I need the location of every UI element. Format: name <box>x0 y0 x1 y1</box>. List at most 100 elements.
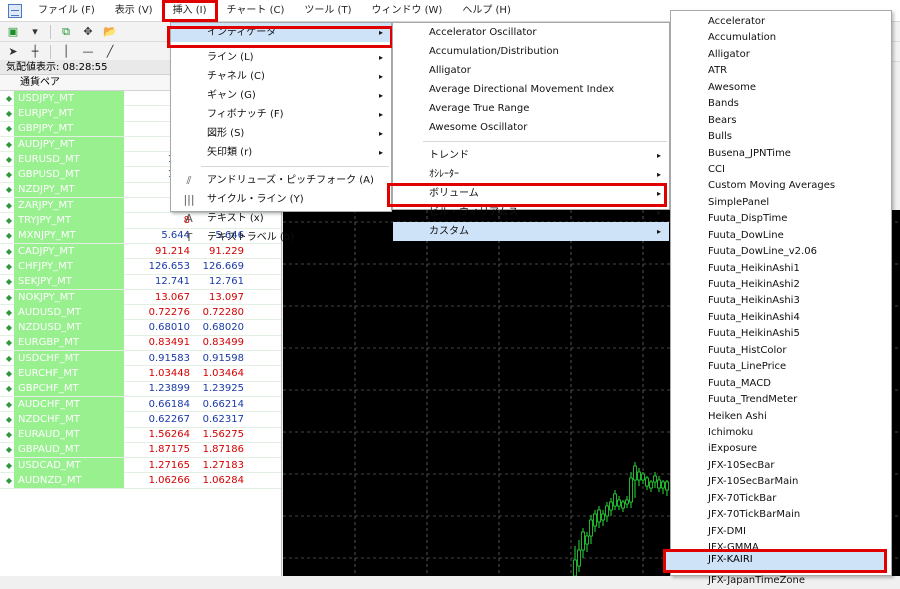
market-row-arrow-icon: ◆ <box>5 414 13 424</box>
custom-indicator-item[interactable]: Fuuta_HistColor <box>671 343 891 359</box>
trend-line-icon[interactable]: ╱ <box>101 44 119 60</box>
crosshair-move-icon[interactable]: ✥ <box>79 24 97 40</box>
custom-indicator-item[interactable]: JFX-DMI <box>671 524 891 540</box>
profiles-icon[interactable]: ⧉ <box>57 24 75 40</box>
custom-indicator-item[interactable]: JFX-70TickBarMain <box>671 507 891 523</box>
menu-help[interactable]: ヘルプ (H) <box>452 1 521 21</box>
market-row[interactable]: ◆ USDCHF_MT 0.91583 0.91598 <box>0 350 281 367</box>
cursor-icon[interactable]: ➤ <box>4 44 22 60</box>
custom-indicator-item[interactable]: Heiken Ashi <box>671 409 891 425</box>
indicator-menu-item[interactable]: Average True Range <box>393 99 669 118</box>
custom-indicator-item[interactable]: Fuuta_MACD <box>671 376 891 392</box>
custom-indicator-item[interactable]: Ichimoku <box>671 425 891 441</box>
market-row[interactable]: ◆ EURAUD_MT 1.56264 1.56275 <box>0 427 281 443</box>
custom-indicator-item[interactable]: iExposure <box>671 441 891 457</box>
insert-menu-item[interactable]: ||| サイクル・ライン (Y) <box>171 190 391 209</box>
market-row[interactable]: ◆ CHFJPY_MT 126.653 126.669 <box>0 258 281 275</box>
insert-menu-item[interactable]: ギャン (G) ▸ <box>171 86 391 105</box>
insert-menu-item[interactable]: チャネル (C) ▸ <box>171 67 391 86</box>
market-row[interactable]: ◆ AUDNZD_MT 1.06266 1.06284 <box>0 473 281 489</box>
indicator-menu-item[interactable]: ビル・ウィリアムス ▸ <box>393 203 669 222</box>
insert-menu-item[interactable]: インディケータ ▸ <box>171 23 391 42</box>
market-row[interactable]: ◆ GBPCHF_MT 1.23899 1.23925 <box>0 381 281 397</box>
insert-menu-item[interactable]: 矢印類 (r) ▸ <box>171 143 391 162</box>
indicator-menu-item[interactable]: Accumulation/Distribution <box>393 42 669 61</box>
insert-menu-item[interactable]: フィボナッチ (F) ▸ <box>171 105 391 124</box>
menu-tools[interactable]: ツール (T) <box>294 1 361 21</box>
open-folder-icon[interactable]: 📂 <box>101 24 119 40</box>
indicator-menu-item[interactable]: Accelerator Oscillator <box>393 23 669 42</box>
candle-body <box>621 501 625 509</box>
custom-item-jfx-kairi[interactable]: JFX-KAIRI <box>708 554 753 565</box>
market-row-bid: 0.72276 <box>148 306 190 318</box>
menu-file[interactable]: ファイル (F) <box>28 1 105 21</box>
market-row[interactable]: ◆ EURGBP_MT 0.83491 0.83499 <box>0 335 281 352</box>
market-row[interactable]: ◆ AUDCHF_MT 0.66184 0.66214 <box>0 396 281 413</box>
vertical-line-icon[interactable]: │ <box>57 44 75 60</box>
custom-indicator-item[interactable]: Fuuta_LinePrice <box>671 359 891 375</box>
custom-indicator-item[interactable]: CCI <box>671 162 891 178</box>
custom-indicator-item[interactable]: JFX-HLBand <box>671 556 891 572</box>
custom-indicator-item[interactable]: Fuuta_HeikinAshi4 <box>671 310 891 326</box>
insert-menu-item[interactable]: 図形 (S) ▸ <box>171 124 391 143</box>
custom-indicator-item[interactable]: Bulls <box>671 129 891 145</box>
menu-view[interactable]: 表示 (V) <box>105 1 163 21</box>
market-row[interactable]: ◆ SEKJPY_MT 12.741 12.761 <box>0 274 281 290</box>
insert-menu-item[interactable]: ⫽ アンドリューズ・ピッチフォーク (A) <box>171 171 391 190</box>
market-row[interactable]: ◆ USDCAD_MT 1.27165 1.27183 <box>0 457 281 474</box>
custom-indicator-item[interactable]: Accelerator <box>671 14 891 30</box>
custom-indicator-item[interactable]: Fuuta_HeikinAshi1 <box>671 261 891 277</box>
menu-chart[interactable]: チャート (C) <box>217 1 295 21</box>
indicator-menu-item[interactable]: トレンド ▸ <box>393 146 669 165</box>
custom-indicator-item[interactable]: Custom Moving Averages <box>671 178 891 194</box>
custom-indicator-item[interactable]: ATR <box>671 63 891 79</box>
new-chart-icon[interactable]: ▣ <box>4 24 22 40</box>
dropdown-icon[interactable]: ▾ <box>26 24 44 40</box>
custom-indicator-item[interactable]: Fuuta_HeikinAshi2 <box>671 277 891 293</box>
indicator-menu-item[interactable]: Average Directional Movement Index <box>393 80 669 99</box>
crosshair-icon[interactable]: ┼ <box>26 44 44 60</box>
market-row[interactable]: ◆ GBPAUD_MT 1.87175 1.87186 <box>0 442 281 459</box>
custom-indicator-item[interactable]: Awesome <box>671 80 891 96</box>
custom-indicator-item[interactable]: Fuuta_TrendMeter <box>671 392 891 408</box>
custom-indicator-item[interactable]: JFX-10SecBar <box>671 458 891 474</box>
insert-menu-item[interactable]: T テキストラベル (b) <box>171 228 391 247</box>
market-row-ask: 0.68020 <box>202 322 244 334</box>
custom-indicator-item[interactable]: Fuuta_DowLine <box>671 228 891 244</box>
custom-indicator-item[interactable]: Fuuta_HeikinAshi3 <box>671 293 891 309</box>
custom-indicator-item[interactable]: Fuuta_DowLine_v2.06 <box>671 244 891 260</box>
custom-indicator-item[interactable]: JFX-JapanTimeZone <box>671 573 891 589</box>
custom-indicator-item[interactable]: Accumulation <box>671 30 891 46</box>
submenu-arrow-icon: ▸ <box>656 151 661 160</box>
indicator-menu-item[interactable]: ｵｼﾚｰﾀｰ ▸ <box>393 165 669 184</box>
market-row[interactable]: ◆ NOKJPY_MT 13.067 13.097 <box>0 289 281 306</box>
insert-menu-item[interactable]: A テキスト (x) <box>171 209 391 228</box>
indicator-menu-item[interactable]: カスタム ▸ <box>393 222 669 241</box>
custom-indicator-item[interactable]: Bears <box>671 113 891 129</box>
custom-indicator-item[interactable]: JFX-70TickBar <box>671 491 891 507</box>
insert-menu-item[interactable]: ライン (L) ▸ <box>171 48 391 67</box>
indicator-menu-item[interactable]: Awesome Oscillator <box>393 118 669 137</box>
market-row[interactable]: ◆ AUDUSD_MT 0.72276 0.72280 <box>0 304 281 321</box>
market-row-arrow-icon: ◆ <box>5 460 13 470</box>
custom-indicator-item[interactable]: Busena_JPNTime <box>671 146 891 162</box>
market-row[interactable]: ◆ EURCHF_MT 1.03448 1.03464 <box>0 366 281 382</box>
market-row[interactable]: ◆ NZDCHF_MT 0.62267 0.62317 <box>0 411 281 428</box>
indicator-menu-item[interactable]: ボリューム ▸ <box>393 184 669 203</box>
custom-indicator-item[interactable]: Fuuta_HeikinAshi5 <box>671 326 891 342</box>
candle-body <box>581 531 585 551</box>
insert-menu-item-label: テキストラベル (b) <box>207 232 295 243</box>
custom-indicator-item[interactable]: Bands <box>671 96 891 112</box>
menu-insert[interactable]: 挿入 (I) <box>161 0 218 22</box>
custom-indicator-item[interactable]: JFX-10SecBarMain <box>671 474 891 490</box>
submenu-arrow-icon: ▸ <box>378 110 383 119</box>
custom-indicator-item[interactable]: Fuuta_DispTime <box>671 211 891 227</box>
custom-indicator-item[interactable]: JFX-GMMA <box>671 540 891 556</box>
custom-indicator-item[interactable]: Alligator <box>671 47 891 63</box>
menu-window[interactable]: ウィンドウ (W) <box>361 1 452 21</box>
candle-body <box>645 477 649 487</box>
custom-indicator-item[interactable]: SimplePanel <box>671 195 891 211</box>
market-row[interactable]: ◆ NZDUSD_MT 0.68010 0.68020 <box>0 320 281 336</box>
indicator-menu-item[interactable]: Alligator <box>393 61 669 80</box>
horizontal-line-icon[interactable]: — <box>79 44 97 60</box>
